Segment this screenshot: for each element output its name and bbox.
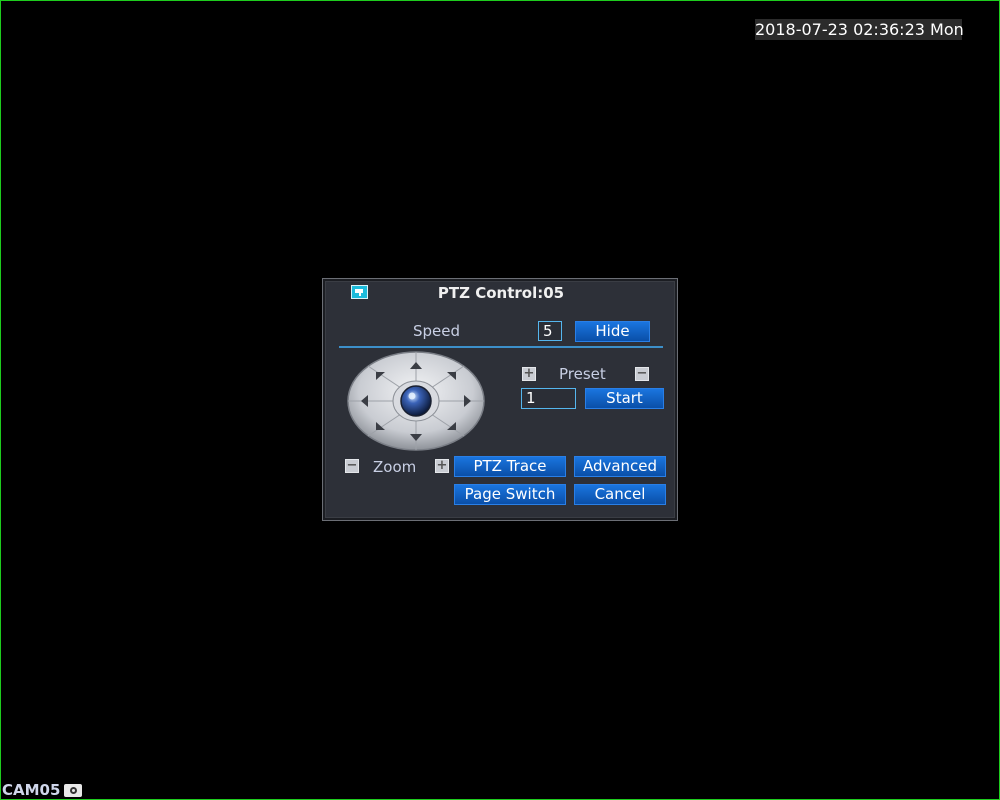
- camera-label: CAM05: [2, 781, 83, 799]
- camera-lens-icon: [400, 385, 432, 417]
- zoom-out-button[interactable]: −: [345, 459, 359, 473]
- preset-input[interactable]: 1: [521, 388, 576, 409]
- divider: [339, 346, 663, 348]
- zoom-label: Zoom: [373, 458, 417, 476]
- preset-label: Preset: [559, 365, 606, 383]
- speed-label: Speed: [413, 322, 461, 340]
- preset-remove-button[interactable]: −: [635, 367, 649, 381]
- ptz-control-dialog: PTZ Control:05 Speed 5 Hide + Preset − 1…: [322, 278, 678, 521]
- hide-button[interactable]: Hide: [575, 321, 650, 342]
- timestamp-overlay: 2018-07-23 02:36:23 Mon: [755, 19, 964, 40]
- ptz-trace-button[interactable]: PTZ Trace: [454, 456, 566, 477]
- page-switch-button[interactable]: Page Switch: [454, 484, 566, 505]
- ptz-direction-joystick[interactable]: [346, 350, 486, 452]
- start-button[interactable]: Start: [585, 388, 664, 409]
- preset-add-button[interactable]: +: [522, 367, 536, 381]
- zoom-in-button[interactable]: +: [435, 459, 449, 473]
- dialog-title: PTZ Control:05: [437, 284, 565, 302]
- advanced-button[interactable]: Advanced: [574, 456, 666, 477]
- camera-name: CAM05: [2, 781, 61, 799]
- speed-input[interactable]: 5: [538, 321, 562, 341]
- cancel-button[interactable]: Cancel: [574, 484, 666, 505]
- snapshot-icon: [64, 783, 83, 797]
